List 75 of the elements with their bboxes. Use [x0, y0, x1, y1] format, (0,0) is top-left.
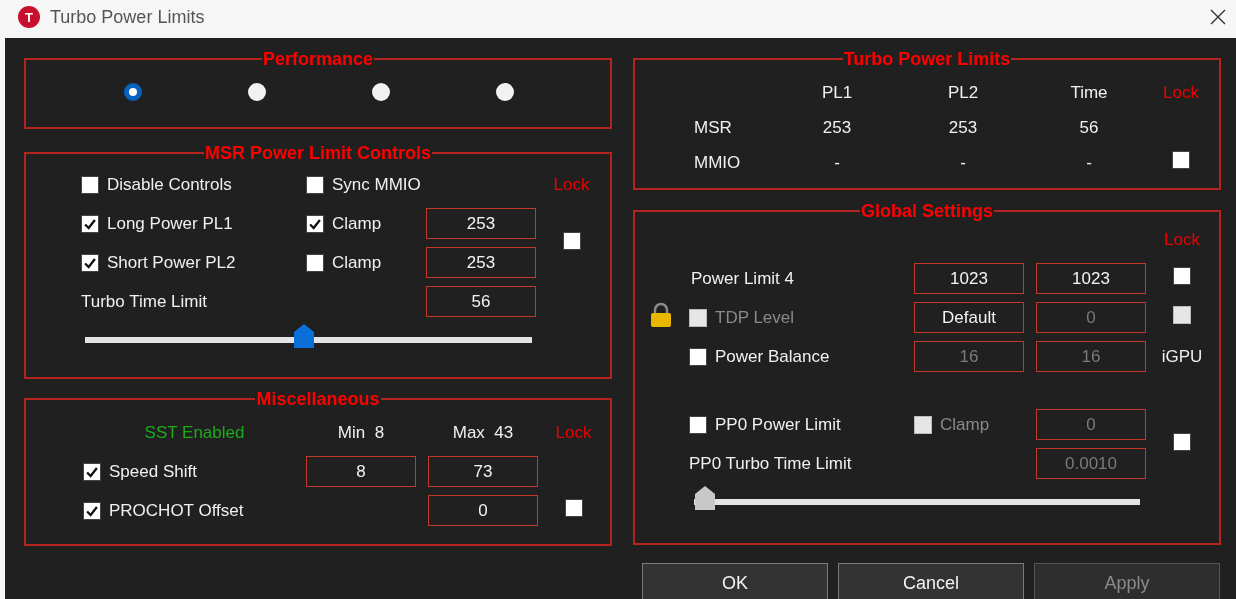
checkbox[interactable]: [1173, 432, 1191, 451]
number-field[interactable]: 8: [306, 456, 416, 487]
panel-title: MSR Power Limit Controls: [204, 143, 432, 163]
max-label: Max 43: [452, 422, 514, 443]
checkbox[interactable]: [306, 214, 324, 233]
window-title: Turbo Power Limits: [50, 6, 206, 28]
number-field[interactable]: 1023: [1036, 263, 1146, 294]
table-cell: 253: [948, 117, 978, 138]
checkbox-label: Clamp: [332, 252, 382, 273]
checkbox[interactable]: [1172, 151, 1190, 169]
panel-title: Performance: [261, 49, 375, 69]
checkbox-label: PROCHOT Offset: [109, 500, 244, 521]
checkbox-label: Clamp: [332, 213, 382, 234]
lock-label: Lock: [1163, 82, 1199, 103]
checkbox[interactable]: [81, 253, 99, 272]
min-label: Min 8: [337, 422, 385, 443]
checkbox[interactable]: [689, 347, 707, 366]
lock-label: Lock: [1164, 230, 1200, 250]
panel-title: Turbo Power Limits: [842, 49, 1012, 69]
field-label: Power Limit 4: [690, 268, 795, 289]
panel-title: Miscellaneous: [255, 389, 381, 409]
table-cell: -: [960, 152, 966, 173]
number-field[interactable]: 253: [426, 247, 536, 278]
table-cell: 56: [1079, 117, 1099, 138]
lock-label: Lock: [555, 422, 592, 443]
number-field[interactable]: 73: [428, 456, 538, 487]
checkbox[interactable]: [81, 175, 99, 194]
checkbox[interactable]: [562, 231, 581, 250]
checkbox-label: Clamp: [940, 414, 990, 435]
status-text: SST Enabled: [144, 422, 245, 443]
slider-thumb[interactable]: [293, 322, 316, 349]
number-field[interactable]: 56: [426, 286, 536, 317]
radio-button[interactable]: [124, 83, 142, 101]
number-field[interactable]: 1023: [914, 263, 1024, 294]
checkbox[interactable]: [306, 253, 324, 272]
suffix-label: iGPU: [1161, 346, 1203, 367]
checkbox[interactable]: [306, 175, 324, 194]
close-icon[interactable]: [1210, 9, 1226, 25]
number-field[interactable]: 253: [426, 208, 536, 239]
row-label: MMIO: [694, 152, 742, 173]
field-label: Turbo Time Limit: [81, 291, 208, 312]
app-logo: T: [18, 6, 40, 28]
column-header: PL2: [947, 82, 979, 103]
radio-button[interactable]: [496, 83, 514, 101]
checkbox-label: TDP Level: [715, 307, 795, 328]
table-cell: 253: [822, 117, 852, 138]
radio-button[interactable]: [372, 83, 390, 101]
number-field[interactable]: 0: [428, 495, 538, 526]
column-header: Time: [1070, 82, 1108, 103]
slider-thumb[interactable]: [694, 485, 716, 511]
checkbox-label: Sync MMIO: [332, 174, 421, 195]
slider[interactable]: [85, 322, 532, 349]
slider[interactable]: [694, 485, 1140, 511]
column-header: PL1: [821, 82, 853, 103]
checkbox-label: Disable Controls: [107, 174, 232, 195]
checkbox[interactable]: [689, 415, 707, 434]
table-cell: -: [1086, 152, 1092, 173]
checkbox-label: Speed Shift: [109, 461, 197, 482]
checkbox-label: Long Power PL1: [107, 213, 233, 234]
panel-title: Global Settings: [860, 201, 994, 221]
checkbox[interactable]: [564, 499, 583, 517]
checkbox[interactable]: [1173, 267, 1191, 285]
checkbox[interactable]: [81, 214, 99, 233]
dialog-button[interactable]: OK: [642, 563, 828, 599]
checkbox[interactable]: [83, 501, 101, 520]
checkbox-label: Short Power PL2: [107, 252, 236, 273]
radio-button[interactable]: [248, 83, 266, 101]
table-cell: -: [834, 152, 840, 173]
checkbox-label: Power Balance: [715, 346, 830, 367]
checkbox-label: PP0 Power Limit: [715, 414, 841, 435]
checkbox[interactable]: [83, 462, 101, 481]
lock-label: Lock: [553, 174, 590, 195]
field-label: PP0 Turbo Time Limit: [689, 453, 853, 474]
row-label: MSR: [694, 117, 733, 138]
dialog-button[interactable]: Cancel: [838, 563, 1024, 599]
